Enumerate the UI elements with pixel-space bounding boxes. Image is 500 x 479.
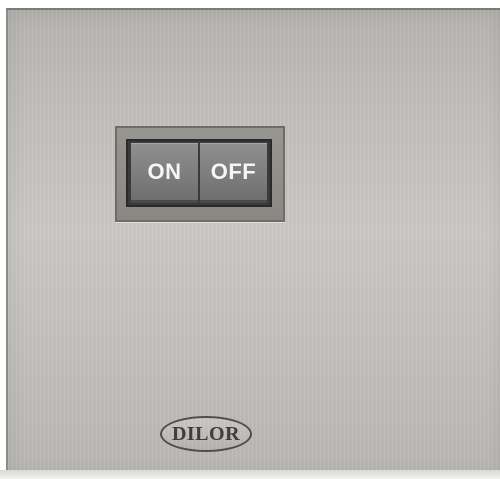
stainless-panel: ON OFF DILOR	[6, 8, 500, 479]
on-button-label: ON	[147, 159, 182, 184]
brand-logo: DILOR	[160, 416, 252, 452]
on-button[interactable]: ON	[131, 143, 198, 203]
panel-bottom-edge	[0, 470, 500, 479]
brand-logo-text: DILOR	[171, 422, 241, 445]
off-button[interactable]: OFF	[200, 143, 267, 203]
switch-bezel: ON OFF	[115, 126, 285, 222]
switch-housing: ON OFF	[126, 139, 272, 207]
off-button-label: OFF	[210, 159, 257, 184]
